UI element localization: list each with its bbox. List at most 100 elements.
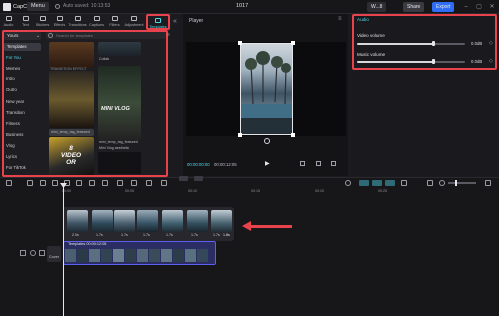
capcut-logo-icon <box>3 3 11 11</box>
adjust-icon <box>131 16 137 21</box>
video-volume-handle[interactable] <box>432 41 435 46</box>
category-intro[interactable]: Intro <box>6 76 15 81</box>
tab-templates[interactable]: Templates <box>146 14 170 30</box>
close-icon[interactable]: ✕ <box>487 2 497 12</box>
ratio-icon[interactable] <box>316 161 321 166</box>
microphone-icon[interactable] <box>345 180 351 186</box>
template-thumb-6[interactable]: 8 VIDEO OR <box>49 137 94 175</box>
music-volume-value[interactable]: 0.0dB <box>471 59 482 64</box>
reverse-icon[interactable] <box>117 180 123 186</box>
share-button[interactable]: Share <box>403 2 425 12</box>
tab-stickers[interactable]: Stickers <box>34 14 51 30</box>
music-volume-fill <box>357 61 433 63</box>
category-transition[interactable]: Transition <box>6 110 25 115</box>
fit-timeline-icon[interactable] <box>485 180 491 186</box>
crop-icon[interactable] <box>161 180 167 186</box>
magnet-toggle[interactable] <box>359 180 369 186</box>
delete-right-icon[interactable] <box>76 180 82 186</box>
split-icon[interactable] <box>52 180 58 186</box>
menu-button[interactable]: Menu <box>27 2 49 11</box>
resize-handle-br[interactable] <box>291 133 295 137</box>
template-thumb-1[interactable] <box>49 42 94 68</box>
category-for-tiktok[interactable]: For TikTok <box>6 165 26 170</box>
category-lyrics[interactable]: Lyrics <box>6 154 17 159</box>
player-menu-icon[interactable]: ≡ <box>338 16 342 22</box>
freeze-icon[interactable] <box>102 180 108 186</box>
rotate-icon[interactable] <box>264 138 270 144</box>
reset-icon[interactable]: ◇ <box>489 40 493 46</box>
tab-audio[interactable]: Audio <box>0 14 17 30</box>
video-volume-value[interactable]: 0.0dB <box>471 41 482 46</box>
player-title: Player <box>189 18 204 24</box>
category-for-you[interactable]: For You <box>6 55 21 60</box>
zoom-slider[interactable] <box>448 182 476 184</box>
tab-text[interactable]: Text <box>17 14 34 30</box>
template-thumb-5[interactable]: mini_temp_tag_featured <box>49 129 94 136</box>
mirror-icon[interactable] <box>131 180 137 186</box>
collapse-panel-icon[interactable]: « <box>173 18 177 25</box>
media-toolbar: Audio Text Stickers Effects Transitions … <box>0 14 172 30</box>
template-thumb-7[interactable] <box>98 152 141 174</box>
clip-duration: 1.7s <box>96 233 103 237</box>
reset-icon[interactable]: ◇ <box>489 58 493 64</box>
zoom-in-icon[interactable] <box>439 180 445 186</box>
filter-icon[interactable]: ≡ <box>167 32 170 38</box>
track-label: Templates 00:00:12:05 <box>68 242 107 246</box>
total-time: 00:00:12:05 <box>214 162 237 167</box>
track-audio-icon[interactable] <box>39 250 45 256</box>
clip-frame-7[interactable] <box>211 210 232 232</box>
minimize-icon[interactable]: – <box>461 2 471 12</box>
link-toggle[interactable] <box>372 180 382 186</box>
new-badge <box>179 176 188 181</box>
category-vlog[interactable]: Vlog <box>6 143 15 148</box>
clip-frame-4[interactable] <box>137 210 158 232</box>
select-icon[interactable] <box>6 180 12 186</box>
clip-frame-5[interactable] <box>162 210 183 232</box>
annotation-arrow <box>248 225 292 228</box>
template-thumb-4[interactable]: MINI VLOG <box>98 66 141 140</box>
clip-frame-1[interactable] <box>67 210 88 232</box>
undo-icon[interactable] <box>27 180 33 186</box>
fit-icon[interactable] <box>300 161 305 166</box>
resize-handle-tr[interactable] <box>291 41 295 45</box>
category-business[interactable]: Business <box>6 132 23 137</box>
maximize-icon[interactable]: ▢ <box>474 2 484 12</box>
redo-icon[interactable] <box>40 180 46 186</box>
category-new-year[interactable]: New year <box>6 99 24 104</box>
user-button[interactable]: W...8 <box>367 2 387 12</box>
category-memes[interactable]: Memes <box>6 66 20 71</box>
category-fitness[interactable]: Fitness <box>6 121 20 126</box>
zoom-out-icon[interactable] <box>427 180 433 186</box>
snap-icon[interactable] <box>401 180 407 186</box>
video-preview[interactable] <box>240 43 293 135</box>
resize-handle-bl[interactable] <box>238 133 242 137</box>
resize-handle-tl[interactable] <box>238 41 242 45</box>
template-thumb-2[interactable] <box>49 71 94 128</box>
zoom-handle[interactable] <box>455 180 457 186</box>
track-lock-icon[interactable] <box>20 250 26 256</box>
template-search-input[interactable]: Search for templates <box>46 32 166 39</box>
tab-captions[interactable]: Captions <box>88 14 105 30</box>
clip-frame-3[interactable] <box>114 210 135 232</box>
delete-icon[interactable] <box>89 180 95 186</box>
export-button[interactable]: Export <box>432 2 455 12</box>
clip-frame-2[interactable] <box>92 210 113 232</box>
clip-frame-6[interactable] <box>187 210 208 232</box>
tab-transitions[interactable]: Transitions <box>68 14 87 30</box>
fullscreen-icon[interactable] <box>331 161 336 166</box>
playhead[interactable] <box>63 183 64 316</box>
cover-button[interactable]: Cover <box>47 246 61 262</box>
play-icon[interactable]: ▶ <box>265 160 270 167</box>
music-volume-handle[interactable] <box>432 59 435 64</box>
tab-adjustment[interactable]: Adjustment <box>124 14 144 30</box>
template-thumb-3[interactable] <box>98 42 141 56</box>
track-visibility-icon[interactable] <box>30 250 36 256</box>
category-outro[interactable]: Outro <box>6 87 17 92</box>
autosave-status: Auto saved: 10:13:53 <box>55 3 110 9</box>
ruler-tick: 00:05 <box>125 189 134 193</box>
tab-filters[interactable]: Filters <box>106 14 123 30</box>
rotate-clip-icon[interactable] <box>146 180 152 186</box>
preview-axis-toggle[interactable] <box>385 180 395 186</box>
tab-effects[interactable]: Effects <box>51 14 68 30</box>
category-templates[interactable]: Templates <box>4 43 41 51</box>
